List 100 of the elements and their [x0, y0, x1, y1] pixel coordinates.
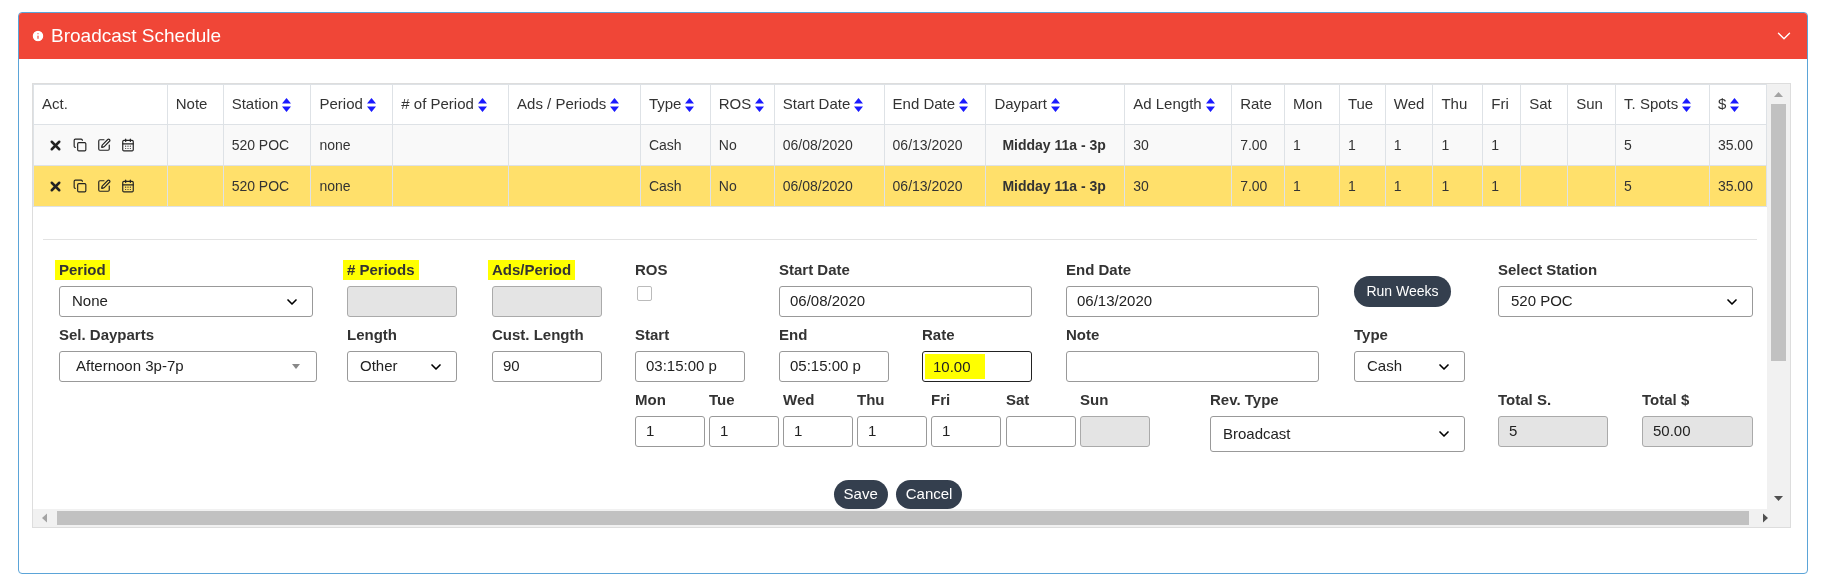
table-cell: Midday 11a - 3p: [1002, 136, 1106, 153]
input-field[interactable]: 1: [709, 416, 779, 447]
field-label: End: [779, 325, 808, 345]
calendar-icon[interactable]: [121, 179, 135, 193]
table-cell: 1: [1293, 177, 1301, 194]
table-cell: 520 POC: [231, 136, 290, 153]
field-label: Length: [347, 325, 397, 345]
input-field[interactable]: 1: [783, 416, 853, 447]
input-field[interactable]: [1006, 416, 1076, 447]
copy-icon[interactable]: [73, 138, 87, 152]
input-field[interactable]: 10.00: [922, 351, 1032, 382]
edit-icon[interactable]: [97, 138, 111, 152]
input-field[interactable]: [1066, 351, 1319, 382]
column-header: Sat: [1529, 94, 1552, 115]
copy-icon[interactable]: [73, 179, 87, 193]
field-label: Fri: [931, 390, 951, 410]
select-dropdown[interactable]: Cash: [1354, 351, 1465, 382]
field-label: Cust. Length: [492, 325, 584, 345]
field-label: Tue: [709, 390, 735, 410]
sort-icon[interactable]: [755, 97, 765, 112]
cancel-button[interactable]: Cancel: [895, 480, 963, 509]
table-cell: No: [718, 177, 737, 194]
table-cell: 7.00: [1240, 177, 1268, 194]
column-header: Wed: [1393, 94, 1425, 115]
field-label: Start Date: [779, 260, 850, 280]
field-label: Period: [55, 260, 110, 280]
vertical-scrollbar[interactable]: [1767, 84, 1790, 509]
horizontal-scrollbar[interactable]: [33, 509, 1790, 527]
table-cell: 5: [1624, 136, 1632, 153]
field-label: Total $: [1642, 390, 1690, 410]
column-header: Act.: [42, 94, 68, 115]
checkbox[interactable]: [637, 286, 652, 301]
edit-icon[interactable]: [97, 179, 111, 193]
table-cell: Cash: [648, 177, 682, 194]
select-dropdown[interactable]: None: [59, 286, 313, 317]
sort-icon[interactable]: [282, 97, 292, 112]
table-cell: 1: [1441, 177, 1450, 194]
caret-icon: [292, 364, 300, 369]
sort-icon[interactable]: [959, 97, 969, 112]
field-label: Total S.: [1498, 390, 1552, 410]
column-header[interactable]: $: [1717, 93, 1727, 116]
table-cell: 35.00: [1717, 136, 1753, 153]
calendar-icon[interactable]: [121, 138, 135, 152]
table-cell: 1: [1441, 136, 1450, 153]
table-cell: 06/13/2020: [892, 136, 963, 153]
table-cell: No: [718, 136, 737, 153]
select-dropdown[interactable]: 520 POC: [1498, 286, 1753, 317]
sort-icon[interactable]: [685, 97, 695, 112]
table-cell: 1: [1491, 177, 1500, 194]
table-row[interactable]: 520 POC none Cash No 06/08/2020 06/13/2020 Midday 11a - 3p 30 7.00 1 1 1 1 1 5 35.00: [33, 165, 1767, 207]
column-header: Note: [175, 94, 208, 115]
sort-icon[interactable]: [854, 97, 864, 112]
column-header: Fri: [1491, 94, 1509, 115]
table-cell: 30: [1133, 136, 1149, 153]
field-label: End Date: [1066, 260, 1131, 280]
field-label: Sat: [1006, 390, 1030, 410]
field-label: Select Station: [1498, 260, 1598, 280]
sort-icon[interactable]: [1050, 97, 1060, 112]
delete-icon[interactable]: [48, 137, 63, 153]
table-cell: 1: [1347, 136, 1356, 153]
input-field[interactable]: 03:15:00 p: [635, 351, 745, 382]
select-dropdown[interactable]: Other: [347, 351, 457, 382]
column-header: Rate: [1240, 94, 1272, 115]
select-dropdown[interactable]: Broadcast: [1210, 416, 1465, 452]
table-cell: none: [319, 136, 351, 153]
combo-box[interactable]: Afternoon 3p-7p: [59, 351, 317, 382]
field-label: Sel. Dayparts: [59, 325, 155, 345]
table-cell: 1: [1393, 177, 1402, 194]
table-row[interactable]: 520 POC none Cash No 06/08/2020 06/13/2020 Midday 11a - 3p 30 7.00 1 1 1 1 1 5 35.00: [33, 124, 1767, 166]
info-icon: [31, 29, 45, 43]
column-header: Sun: [1576, 94, 1603, 115]
input-field[interactable]: 1: [857, 416, 927, 447]
sort-icon[interactable]: [610, 97, 620, 112]
table-cell: 1: [1293, 136, 1301, 153]
field-label: Mon: [635, 390, 666, 410]
input-field[interactable]: 1: [931, 416, 1001, 447]
field-label: # Periods: [343, 260, 419, 280]
field-label: Start: [635, 325, 670, 345]
run-weeks-button[interactable]: Run Weeks: [1354, 276, 1451, 307]
input-field[interactable]: 06/08/2020: [779, 286, 1032, 317]
sort-icon[interactable]: [366, 97, 376, 112]
table-cell: 30: [1133, 177, 1149, 194]
table-cell: 1: [1393, 136, 1402, 153]
sort-icon[interactable]: [1205, 97, 1215, 112]
field-label: ROS: [635, 260, 668, 280]
field-label: Rate: [922, 325, 955, 345]
sort-icon[interactable]: [1682, 97, 1692, 112]
save-button[interactable]: Save: [833, 480, 888, 509]
column-header: Tue: [1347, 94, 1374, 115]
input-field[interactable]: 1: [635, 416, 705, 447]
delete-icon[interactable]: [48, 178, 63, 194]
input-field[interactable]: 90: [492, 351, 602, 382]
field-label: Type: [1354, 325, 1388, 345]
field-label: Ads/Period: [488, 260, 576, 280]
input-field[interactable]: 05:15:00 p: [779, 351, 889, 382]
field-label: Thu: [857, 390, 885, 410]
input-field[interactable]: 06/13/2020: [1066, 286, 1319, 317]
sort-icon[interactable]: [477, 97, 487, 112]
table-cell: 5: [1624, 177, 1632, 194]
sort-icon[interactable]: [1730, 97, 1740, 112]
